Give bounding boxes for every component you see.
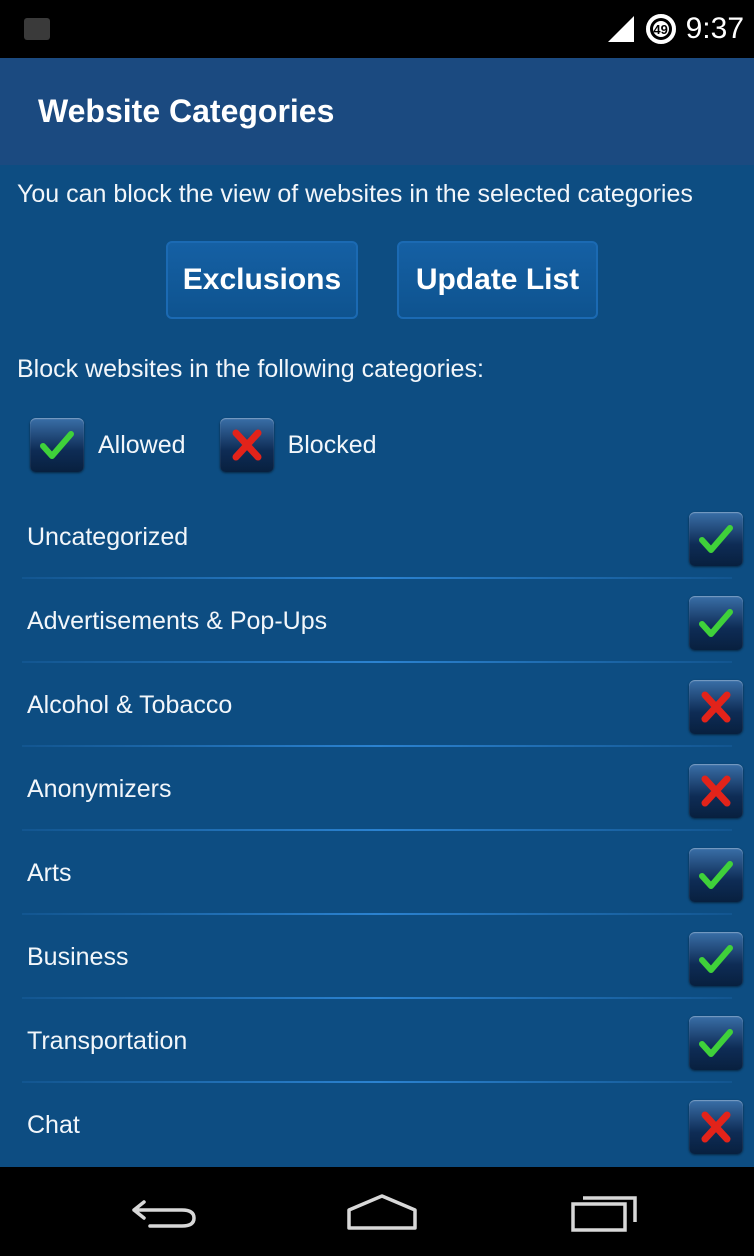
back-icon[interactable] (130, 1192, 200, 1237)
category-label: Business (27, 942, 129, 971)
signal-icon (606, 15, 636, 43)
category-row[interactable]: Transportation (0, 999, 754, 1083)
category-row[interactable]: Alcohol & Tobacco (0, 663, 754, 747)
category-label: Anonymizers (27, 774, 172, 803)
category-label: Uncategorized (27, 522, 189, 551)
status-bar: 49 9:37 (0, 0, 754, 58)
update-list-button[interactable]: Update List (397, 241, 598, 319)
exclusions-button[interactable]: Exclusions (166, 241, 358, 319)
blocked-toggle[interactable] (689, 764, 743, 818)
legend-blocked-label: Blocked (287, 430, 377, 459)
allowed-toggle[interactable] (689, 848, 743, 902)
category-row[interactable]: Arts (0, 831, 754, 915)
blocked-toggle[interactable] (689, 1100, 743, 1154)
category-row[interactable]: Uncategorized (0, 495, 754, 579)
category-label: Alcohol & Tobacco (27, 690, 233, 719)
category-label: Chat (27, 1110, 80, 1139)
category-row[interactable]: Anonymizers (0, 747, 754, 831)
blocked-x-icon (219, 418, 274, 472)
clock: 9:37 (685, 12, 744, 45)
allowed-toggle[interactable] (689, 596, 743, 650)
notification-icon (24, 18, 50, 40)
intro-text: You can block the view of websites in th… (17, 180, 693, 208)
category-label: Advertisements & Pop-Ups (27, 606, 328, 635)
allowed-toggle[interactable] (689, 932, 743, 986)
category-label: Transportation (27, 1026, 188, 1055)
app-header: Website Categories (0, 58, 754, 165)
category-list: Uncategorized Advertisements & Pop-Ups A… (0, 495, 754, 1167)
navigation-bar (0, 1167, 754, 1256)
blocked-toggle[interactable] (689, 680, 743, 734)
category-label: Arts (27, 858, 72, 887)
legend-allowed-label: Allowed (98, 430, 186, 459)
recent-apps-icon[interactable] (570, 1192, 640, 1237)
status-indicators: 49 9:37 (606, 0, 744, 58)
allowed-toggle[interactable] (689, 512, 743, 566)
legend: Allowed Blocked (30, 418, 411, 472)
home-icon[interactable] (345, 1192, 419, 1237)
page-title: Website Categories (38, 93, 335, 129)
category-row[interactable]: Business (0, 915, 754, 999)
allowed-check-icon (30, 418, 84, 472)
category-row[interactable]: Advertisements & Pop-Ups (0, 579, 754, 663)
main-content: You can block the view of websites in th… (0, 165, 754, 1167)
category-row[interactable]: Chat (0, 1083, 754, 1167)
battery-icon: 49 (645, 14, 676, 44)
section-label: Block websites in the following categori… (17, 355, 484, 383)
allowed-toggle[interactable] (689, 1016, 743, 1070)
